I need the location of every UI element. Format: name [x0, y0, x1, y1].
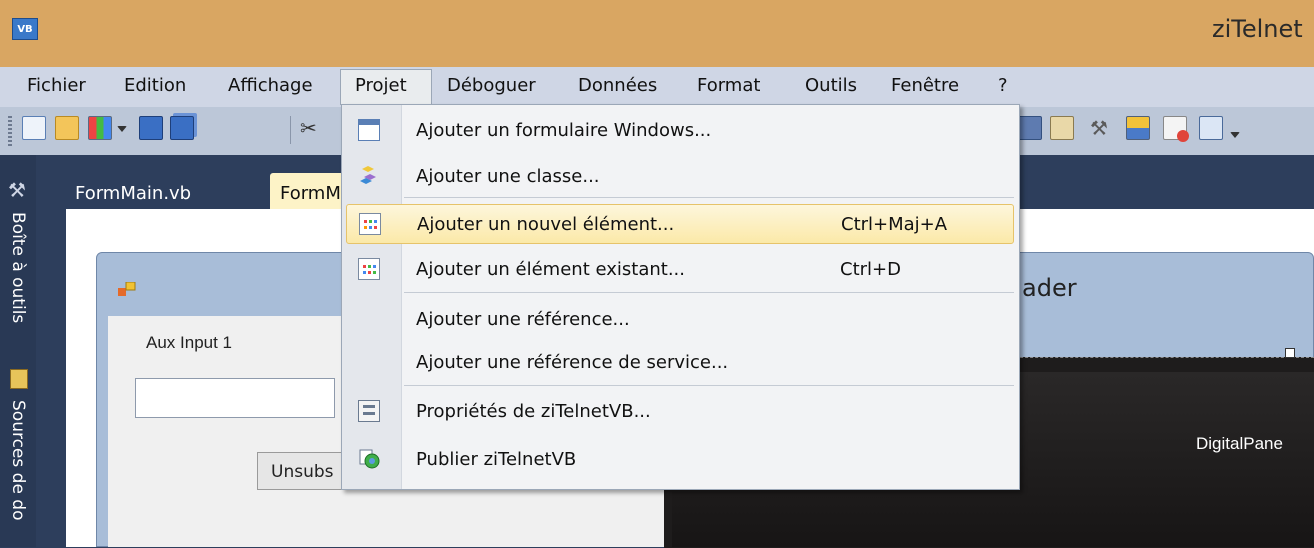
menu-item-add-new-item[interactable]: Ajouter un nouvel élément... Ctrl+Maj+A [346, 204, 1014, 244]
menu-projet-label: Projet [355, 75, 407, 96]
menu-item-label: Propriétés de ziTelnetVB... [416, 401, 651, 422]
toolbox-icon[interactable]: ⚒ [1087, 116, 1111, 140]
toolbar-separator [290, 116, 291, 144]
menu-format[interactable]: Format [697, 75, 760, 96]
unsubscribe-button-label: Unsubs [271, 462, 334, 482]
tab-form-designer-label: FormM [280, 183, 341, 204]
menu-item-label: Ajouter une référence... [416, 309, 630, 330]
solution-explorer-icon[interactable] [1018, 116, 1042, 140]
object-browser-icon[interactable] [1126, 116, 1150, 140]
menu-fichier[interactable]: Fichier [27, 75, 86, 96]
menu-item-label: Ajouter un nouvel élément... [417, 214, 675, 235]
title-bar [0, 0, 1314, 67]
overflow-icon[interactable] [1230, 132, 1240, 138]
menu-item-label: Ajouter une référence de service... [416, 352, 729, 373]
new-item-icon [359, 213, 381, 235]
menu-item-add-existing-item[interactable]: Ajouter un élément existant... Ctrl+D [342, 250, 1018, 290]
new-project-icon[interactable] [22, 116, 46, 140]
menu-item-label: Ajouter un formulaire Windows... [416, 120, 712, 141]
menu-separator [404, 197, 1014, 198]
data-sources-side-tab[interactable]: Sources de do [8, 400, 28, 521]
aux-input-label: Aux Input 1 [146, 333, 233, 352]
save-all-icon[interactable] [170, 116, 194, 140]
menu-item-shortcut: Ctrl+Maj+A [841, 214, 948, 235]
data-sources-side-icon[interactable] [10, 369, 28, 389]
existing-item-icon [358, 258, 380, 280]
open-folder-icon[interactable] [55, 116, 79, 140]
menu-separator [404, 385, 1014, 386]
error-badge-icon [1177, 130, 1189, 142]
menu-edition[interactable]: Edition [124, 75, 186, 96]
save-icon[interactable] [139, 116, 163, 140]
menu-deboguer[interactable]: Déboguer [447, 75, 536, 96]
toolbox-side-icon[interactable]: ⚒ [8, 178, 26, 202]
resize-handle[interactable] [1285, 348, 1295, 358]
menu-fenetre[interactable]: Fenêtre [891, 75, 959, 96]
aux-input-textbox[interactable] [135, 378, 335, 418]
menu-item-label: Ajouter une classe... [416, 166, 600, 187]
menu-item-project-properties[interactable]: Propriétés de ziTelnetVB... [342, 392, 1018, 432]
project-properties-icon [358, 400, 380, 422]
window-title: ziTelnet [1212, 15, 1303, 43]
publish-icon [358, 448, 380, 470]
menu-item-shortcut: Ctrl+D [840, 259, 901, 280]
add-item-icon[interactable] [88, 116, 112, 140]
windows-form-icon [358, 119, 380, 141]
menu-affichage[interactable]: Affichage [228, 75, 313, 96]
menu-item-add-class[interactable]: Ajouter une classe... [342, 157, 1018, 197]
menu-item-label: Ajouter un élément existant... [416, 259, 685, 280]
menu-item-label: Publier ziTelnetVB [416, 449, 577, 470]
menu-item-add-windows-form[interactable]: Ajouter un formulaire Windows... [342, 111, 1018, 151]
menu-item-publish[interactable]: Publier ziTelnetVB [342, 440, 1018, 480]
menu-projet[interactable]: Projet [340, 69, 432, 105]
menu-item-add-reference[interactable]: Ajouter une référence... [342, 300, 1018, 340]
form-title-fragment: ader [1022, 274, 1077, 302]
menu-donnees[interactable]: Données [578, 75, 657, 96]
menu-item-add-service-reference[interactable]: Ajouter une référence de service... [342, 343, 1018, 383]
cut-icon[interactable]: ✂ [300, 116, 318, 140]
menu-outils[interactable]: Outils [805, 75, 857, 96]
properties-icon[interactable] [1050, 116, 1074, 140]
menu-separator [404, 292, 1014, 293]
menu-help[interactable]: ? [998, 75, 1008, 96]
toolbar-grip[interactable] [8, 116, 12, 146]
form-icon [118, 281, 136, 298]
dropdown-arrow-icon[interactable] [117, 126, 127, 132]
tab-formmain-vb[interactable]: FormMain.vb [75, 183, 191, 204]
class-icon [358, 165, 380, 187]
digital-panel-label: DigitalPane [1196, 434, 1283, 453]
vb-app-icon[interactable]: VB [12, 18, 38, 40]
toolbox-side-tab[interactable]: Boîte à outils [8, 212, 28, 323]
error-list-icon[interactable] [1163, 116, 1189, 142]
output-icon[interactable] [1199, 116, 1223, 140]
